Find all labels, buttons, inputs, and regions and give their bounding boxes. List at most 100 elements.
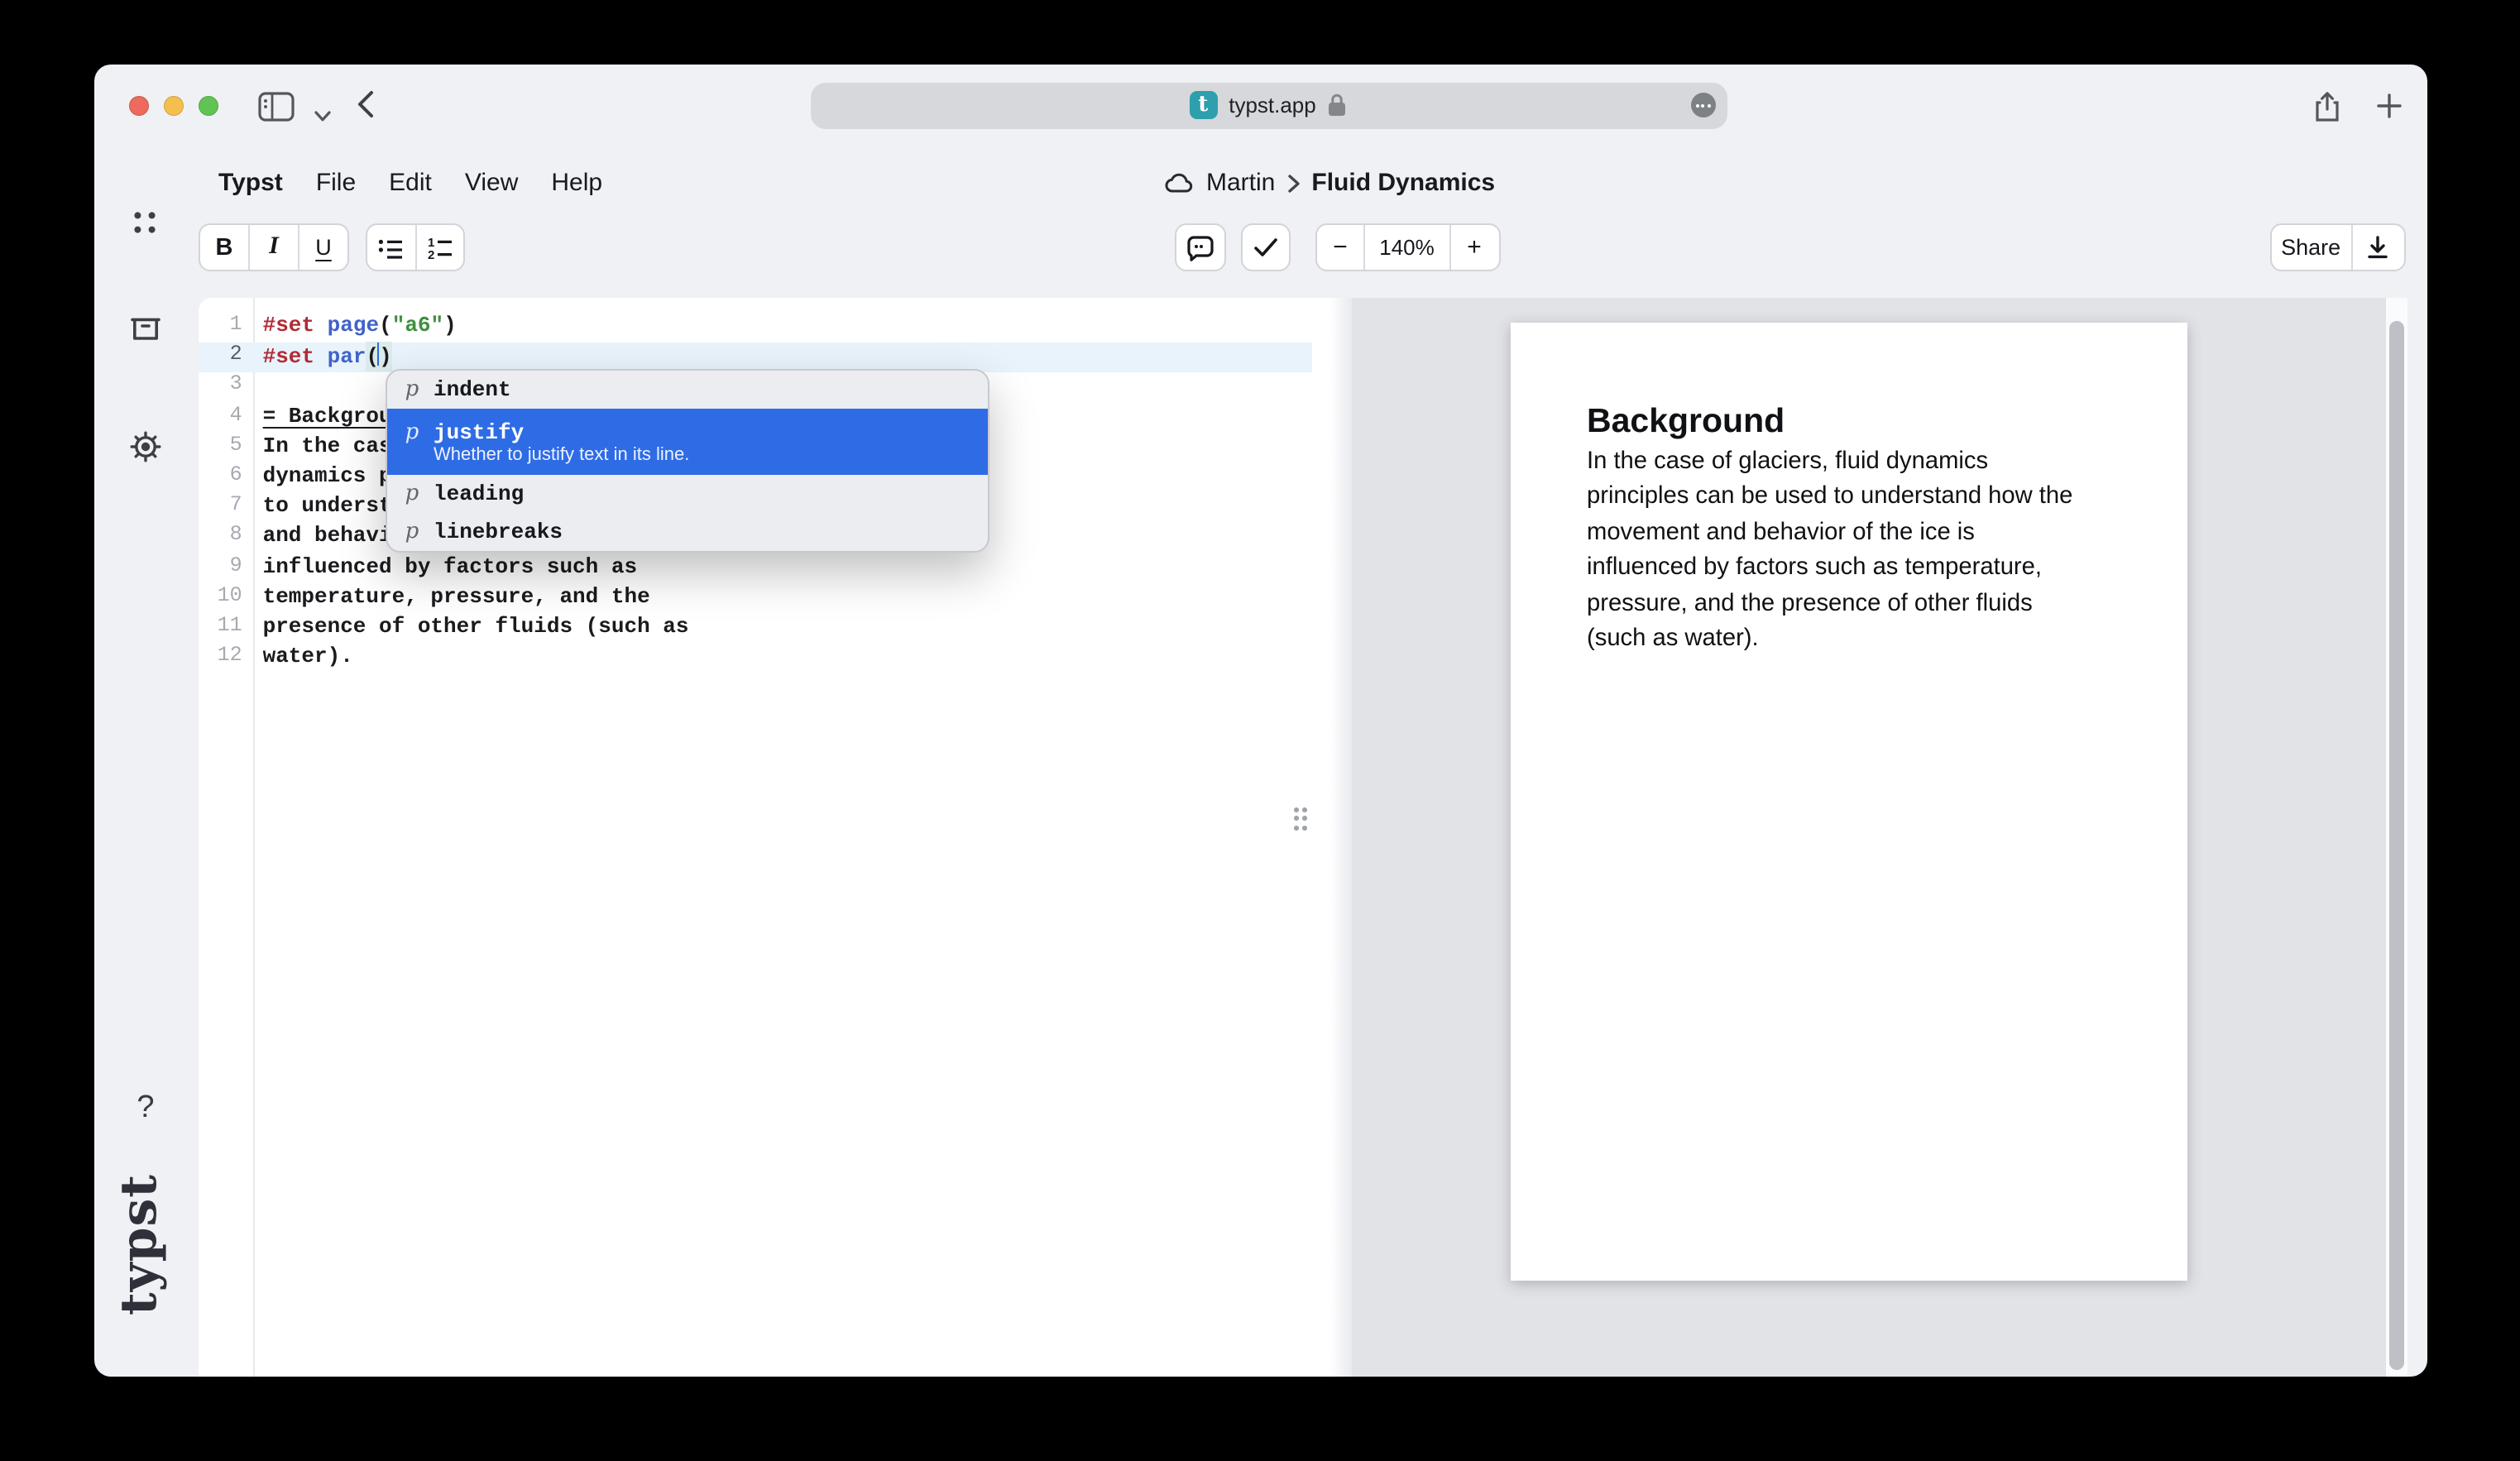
parameter-prefix: p [404,419,420,444]
address-bar[interactable]: t typst.app [810,82,1727,128]
sidebar-toggle-button[interactable] [256,90,295,130]
app-grid-menu-button[interactable] [132,209,156,242]
back-button[interactable] [355,89,375,127]
line-content: influenced by factors such as [254,553,638,583]
line-number: 9 [199,553,254,583]
sidebar-chevron-down-icon[interactable] [314,100,330,130]
traffic-light-close-button[interactable] [128,96,148,116]
code-line: 10 temperature, pressure, and the [199,583,1312,613]
traffic-light-minimize-button[interactable] [163,96,183,116]
divider-drag-handle[interactable] [1294,807,1309,831]
share-button[interactable]: Share [2271,225,2350,270]
line-number: 5 [199,434,254,463]
line-number: 6 [199,463,254,493]
paragraph-line: principles can be used to understand how… [1587,481,2072,516]
checkmark-icon [1253,237,1279,258]
numbered-list-button[interactable]: 1 2 [414,225,463,270]
autocomplete-item[interactable]: p justify Whether to justify text in its… [387,409,988,475]
typst-favicon: t [1189,91,1217,119]
code-line: 12 water). [199,644,1312,673]
traffic-light-zoom-button[interactable] [198,96,218,116]
download-icon [2366,235,2389,260]
plus-icon [2375,92,2402,118]
typst-logo: typst [110,1182,168,1315]
line-number: 3 [199,373,254,403]
bullet-list-button[interactable] [367,225,414,270]
line-number: 8 [199,524,254,553]
page-settings-button[interactable] [1690,93,1715,117]
zoom-control-group: − 140% + [1315,223,1500,271]
line-content [254,373,263,403]
paragraph-line: (such as water). [1587,622,2072,658]
help-button[interactable]: ? [132,1090,159,1127]
code-line: 11 presence of other fluids (such as [199,614,1312,644]
line-number: 4 [199,403,254,433]
files-panel-button[interactable] [128,314,161,352]
autocomplete-label: linebreaks [434,520,563,544]
line-number: 11 [199,614,254,644]
menu-item[interactable]: File [316,169,356,197]
safari-window: t typst.app [93,64,2427,1376]
menu-item[interactable]: View [465,169,519,197]
bullet-list-icon [378,236,405,259]
autocomplete-item[interactable]: p linebreaks [387,513,988,551]
svg-text:2: 2 [428,247,434,259]
zoom-out-button[interactable]: − [1317,225,1363,270]
settings-button[interactable] [128,429,161,471]
line-number: 2 [199,342,254,372]
grid-dots-icon [132,209,156,234]
autocomplete-item[interactable]: p indent [387,371,988,409]
autocomplete-popup: p indent p justify Whether to justify te… [386,369,989,553]
numbered-list-icon: 1 2 [427,236,453,259]
sidebar-icon [256,90,295,122]
document-page: Background In the case of glaciers, flui… [1511,323,2187,1281]
new-tab-button[interactable] [2375,92,2402,127]
zoom-in-button[interactable]: + [1449,225,1498,270]
share-up-arrow-icon [2312,90,2340,122]
line-number: 7 [199,493,254,523]
breadcrumb: Martin Fluid Dynamics [1165,169,1495,197]
document-heading: Background [1587,400,1785,443]
breadcrumb-document-title: Fluid Dynamics [1311,169,1495,197]
line-content: water). [254,644,353,673]
line-number: 10 [199,583,254,613]
menu-item[interactable]: Help [551,169,602,197]
paragraph-line: pressure, and the presence of other flui… [1587,587,2072,622]
menu-item[interactable]: Edit [389,169,432,197]
document-paragraph: In the case of glaciers, fluid dynamicsp… [1587,445,2072,658]
autocomplete-label: leading [434,481,524,506]
bold-button[interactable]: B [200,225,248,270]
line-content: temperature, pressure, and the [254,583,650,613]
line-number: 12 [199,644,254,673]
autocomplete-item[interactable]: p leading [387,475,988,513]
line-content: #set par() [254,342,392,372]
url-text: typst.app [1229,93,1316,117]
parameter-prefix: p [404,377,420,402]
breadcrumb-workspace[interactable]: Martin [1206,169,1275,197]
back-chevron-icon [355,89,375,118]
autocomplete-label: indent [434,377,511,402]
chevron-right-icon [1286,173,1300,193]
comments-button[interactable] [1175,223,1226,271]
share-page-button[interactable] [2312,90,2340,130]
gear-icon [128,429,161,462]
autocomplete-label: justify [434,419,524,444]
zoom-level-value[interactable]: 140% [1363,225,1449,270]
lock-icon [1328,93,1348,117]
underline-button[interactable]: U [298,225,347,270]
paragraph-line: movement and behavior of the ice is [1587,516,2072,552]
pane-resize-divider[interactable] [1312,298,1351,1376]
cloud-icon [1165,172,1195,194]
line-content: presence of other fluids (such as [254,614,689,644]
code-line: 1 #set page("a6") [199,313,1312,342]
line-content: #set page("a6") [254,313,457,342]
autocomplete-description: Whether to justify text in its line. [434,444,988,464]
list-button-group: 1 2 [366,223,465,271]
menu-item[interactable]: Typst [218,169,283,197]
file-box-icon [128,314,161,344]
download-button[interactable] [2350,225,2403,270]
italic-button[interactable]: I [248,225,298,270]
preview-scrollbar-thumb[interactable] [2389,321,2403,1370]
approve-check-button[interactable] [1241,223,1291,271]
share-button-group: Share [2269,223,2405,271]
